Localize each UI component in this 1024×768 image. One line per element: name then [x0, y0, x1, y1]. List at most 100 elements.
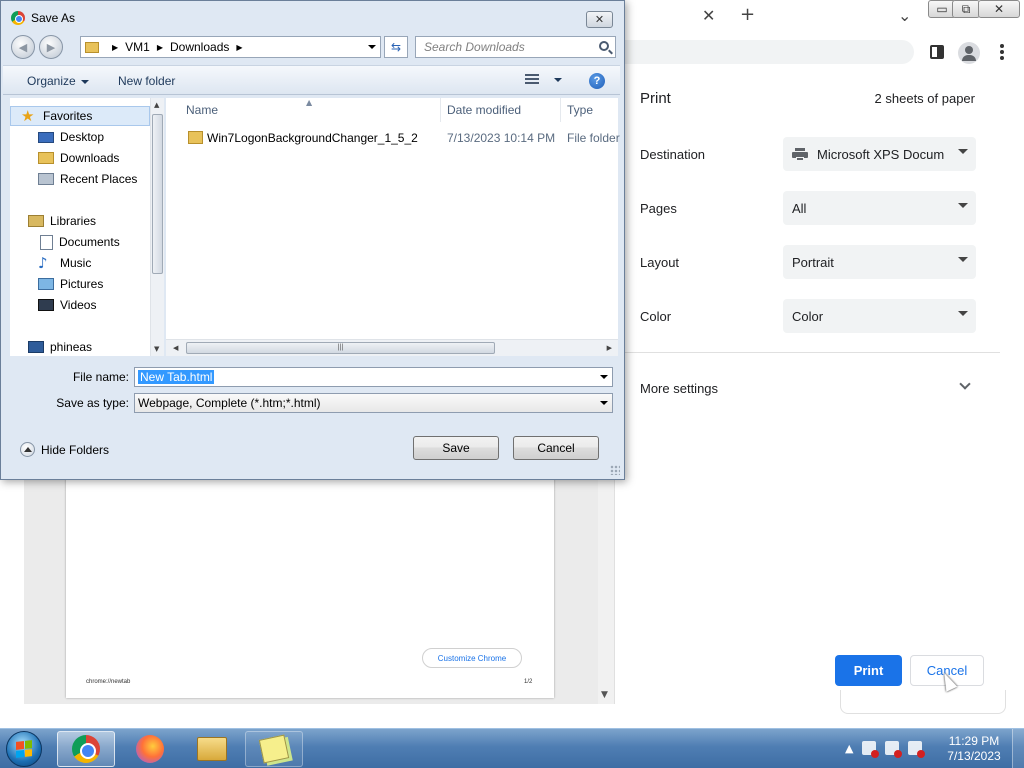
- libraries-icon: [28, 215, 44, 227]
- back-button[interactable]: ◀: [11, 35, 35, 59]
- restore-button[interactable]: ⧉: [952, 0, 980, 18]
- destination-select[interactable]: Microsoft XPS Docum: [783, 137, 976, 171]
- window-close-button[interactable]: ✕: [978, 0, 1020, 18]
- view-dropdown-icon[interactable]: [554, 78, 562, 82]
- scroll-up-arrow-icon[interactable]: ▲: [154, 101, 159, 109]
- folder-icon: [85, 41, 99, 53]
- chrome-menu-icon[interactable]: [1000, 44, 1004, 60]
- breadcrumb-arrow-icon[interactable]: ▶: [112, 43, 118, 52]
- save-as-type-label: Save as type:: [56, 396, 129, 410]
- color-select[interactable]: Color: [783, 299, 976, 333]
- profile-avatar-icon[interactable]: [958, 42, 980, 64]
- taskbar-sticky-notes-button[interactable]: [245, 731, 303, 767]
- firefox-icon: [136, 735, 164, 763]
- network-icon[interactable]: [885, 741, 903, 758]
- file-row[interactable]: Win7LogonBackgroundChanger_1_5_2 7/13/20…: [166, 128, 620, 150]
- print-button[interactable]: Print: [835, 655, 902, 686]
- file-name-value: New Tab.html: [138, 370, 215, 384]
- tab-search-icon[interactable]: ⌄: [898, 6, 911, 25]
- breadcrumb-arrow-icon[interactable]: ▶: [157, 43, 163, 52]
- computer-icon: [28, 341, 44, 353]
- nav-item-recent-places[interactable]: Recent Places: [10, 169, 150, 189]
- scroll-down-arrow-icon[interactable]: ▼: [601, 690, 608, 700]
- scroll-left-arrow-icon[interactable]: ◀: [173, 344, 178, 352]
- command-bar: Organize New folder ?: [3, 65, 620, 95]
- taskbar-clock[interactable]: 11:29 PM 7/13/2023: [944, 734, 1004, 764]
- more-settings-toggle[interactable]: More settings: [640, 381, 718, 396]
- organize-menu[interactable]: Organize: [27, 74, 89, 88]
- view-options-icon[interactable]: [525, 74, 539, 86]
- file-date: 7/13/2023 10:14 PM: [447, 131, 556, 145]
- chevron-down-icon[interactable]: [600, 375, 608, 379]
- action-center-icon[interactable]: [862, 741, 880, 758]
- new-tab-icon[interactable]: +: [740, 4, 755, 25]
- expand-chevron-icon[interactable]: [959, 378, 971, 390]
- save-button[interactable]: Save: [413, 436, 499, 460]
- side-panel-icon[interactable]: [930, 45, 944, 59]
- help-icon[interactable]: ?: [589, 73, 605, 89]
- horizontal-scrollbar[interactable]: ◀ ||| ▶: [166, 339, 618, 356]
- scroll-down-arrow-icon[interactable]: ▼: [154, 345, 159, 353]
- nav-label: phineas: [50, 340, 93, 354]
- show-desktop-button[interactable]: [1012, 729, 1024, 768]
- resize-grip-icon[interactable]: [610, 465, 620, 475]
- forward-button[interactable]: ▶: [39, 35, 63, 59]
- taskbar-firefox-button[interactable]: [121, 731, 179, 767]
- file-name-input[interactable]: New Tab.html: [134, 367, 613, 387]
- dialog-address-bar[interactable]: ▶ VM1 ▶ Downloads ▶: [80, 36, 381, 58]
- refresh-button[interactable]: ⇆: [384, 36, 408, 58]
- nav-label: Libraries: [50, 214, 97, 228]
- nav-item-favorites[interactable]: ★ Favorites: [10, 106, 150, 126]
- nav-item-downloads[interactable]: Downloads: [10, 148, 150, 168]
- downloads-folder-icon: [38, 152, 54, 164]
- nav-item-pictures[interactable]: Pictures: [10, 274, 150, 294]
- horizontal-scroll-thumb[interactable]: |||: [186, 342, 495, 354]
- nav-item-desktop[interactable]: Desktop: [10, 127, 150, 147]
- chevron-down-icon: [958, 257, 968, 262]
- nav-scrollbar[interactable]: ▲ ▼: [150, 98, 164, 356]
- pages-select[interactable]: All: [783, 191, 976, 225]
- nav-label: Downloads: [60, 151, 120, 165]
- address-bar[interactable]: [600, 40, 914, 64]
- dialog-title: Save As: [31, 11, 76, 25]
- nav-label: Music: [60, 256, 92, 270]
- search-input[interactable]: Search Downloads: [415, 36, 616, 58]
- preview-footer-url: chrome://newtab: [86, 679, 131, 685]
- organize-label: Organize: [27, 74, 76, 88]
- chrome-icon: [72, 735, 100, 763]
- pages-value: All: [792, 200, 807, 216]
- nav-item-computer[interactable]: phineas: [10, 337, 150, 356]
- search-icon[interactable]: [599, 41, 609, 51]
- taskbar-explorer-button[interactable]: [183, 731, 241, 767]
- cancel-button[interactable]: Cancel: [513, 436, 599, 460]
- refresh-icon: ⇆: [390, 40, 402, 54]
- column-header-date-modified[interactable]: Date modified: [441, 98, 561, 122]
- nav-item-videos[interactable]: Videos: [10, 295, 150, 315]
- music-icon: ♪: [38, 254, 48, 272]
- start-button[interactable]: [6, 731, 42, 767]
- dialog-close-button[interactable]: ✕: [586, 11, 613, 28]
- taskbar-chrome-button[interactable]: [57, 731, 115, 767]
- breadcrumb-arrow-icon[interactable]: ▶: [236, 43, 242, 52]
- chevron-down-icon: [80, 79, 89, 84]
- tray-overflow-icon[interactable]: ▲: [845, 742, 853, 755]
- scroll-right-arrow-icon[interactable]: ▶: [607, 344, 612, 352]
- tab-close-icon[interactable]: ✕: [702, 6, 715, 25]
- breadcrumb-vm1[interactable]: VM1: [125, 40, 150, 54]
- nav-item-documents[interactable]: Documents: [10, 232, 150, 252]
- nav-scroll-thumb[interactable]: [152, 114, 163, 274]
- save-as-type-select[interactable]: Webpage, Complete (*.htm;*.html): [134, 393, 613, 413]
- folder-icon: [188, 131, 203, 144]
- hide-folders-button[interactable]: Hide Folders: [20, 442, 109, 457]
- address-dropdown-icon[interactable]: [368, 45, 376, 49]
- layout-select[interactable]: Portrait: [783, 245, 976, 279]
- volume-icon[interactable]: [908, 741, 926, 758]
- breadcrumb-downloads[interactable]: Downloads: [170, 40, 229, 54]
- nav-item-libraries[interactable]: Libraries: [10, 211, 150, 231]
- column-header-name[interactable]: Name: [180, 98, 441, 122]
- save-as-type-value: Webpage, Complete (*.htm;*.html): [138, 396, 321, 410]
- clock-date: 7/13/2023: [947, 749, 1001, 763]
- nav-item-music[interactable]: ♪ Music: [10, 253, 150, 273]
- column-header-type[interactable]: Type: [561, 98, 618, 122]
- new-folder-button[interactable]: New folder: [118, 74, 175, 88]
